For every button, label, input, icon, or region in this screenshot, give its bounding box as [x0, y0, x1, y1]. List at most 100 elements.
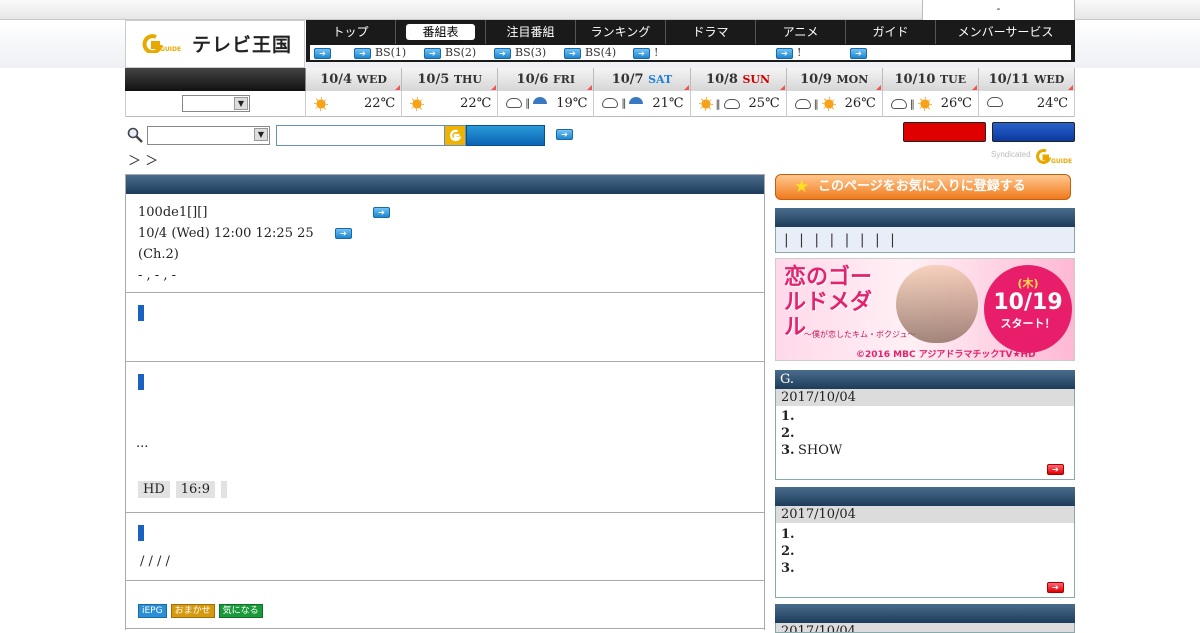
subnav-link-label: BS(3)	[515, 46, 547, 59]
search-category-select[interactable]: ▼	[147, 126, 270, 145]
search-button[interactable]	[466, 125, 545, 146]
channel-list[interactable]: | | | | | | | |	[775, 227, 1075, 253]
nav-item-6[interactable]: ガイド	[846, 20, 936, 44]
nav-item-label: ガイド	[872, 25, 909, 39]
weather-cell-6: ‖ 26℃	[883, 91, 979, 117]
syndicated-guide-logo-icon: GUIDE	[1036, 149, 1072, 165]
ranking2-date: 2017/10/04	[776, 506, 1074, 523]
subnav-link-label: !	[797, 46, 802, 59]
ranking3-date: 2017/10/04	[776, 623, 1074, 632]
nav-item-1[interactable]: 番組表	[396, 20, 486, 44]
g-guide-logo-icon: GUIDE	[142, 34, 181, 53]
nav-item-0[interactable]: トップ	[306, 20, 396, 44]
weather-cell-3: ‖ 21℃	[594, 91, 691, 117]
ranking-item[interactable]: 1.	[776, 408, 1074, 425]
date-tab-2[interactable]: 10/6 FRI	[498, 68, 595, 91]
main-nav: トップ 番組表 注目番組 ランキング ドラマ アニメ ガイド メンバーサービス	[306, 20, 1075, 44]
ranking2-more-arrow-icon[interactable]: ➔	[1047, 582, 1064, 593]
subnav-link-4[interactable]: ➔ BS(4)	[564, 46, 616, 59]
red-button[interactable]	[903, 122, 986, 142]
arrow-right-icon: ➔	[850, 47, 867, 59]
ranking1-more-arrow-icon[interactable]: ➔	[1047, 464, 1064, 475]
subnav-link-6[interactable]: ➔!	[776, 46, 801, 59]
subnav-link-label: BS(1)	[375, 46, 407, 59]
program-tags: HD 16:9	[138, 481, 233, 498]
badge-start: スタート！	[1000, 317, 1056, 330]
top-bar-login[interactable]: -	[922, 0, 1075, 20]
program-summary	[126, 293, 764, 362]
banner-date-badge: (木) 10/19 スタート！	[984, 265, 1072, 353]
ranking-item[interactable]: 3. SHOW	[776, 442, 1074, 459]
iepg-button[interactable]: iEPG	[138, 604, 167, 618]
nav-item-5[interactable]: アニメ	[756, 20, 846, 44]
search-go-arrow-icon[interactable]: ➔	[556, 129, 573, 140]
ranking-number: 1.	[781, 409, 795, 424]
nav-item-4[interactable]: ドラマ	[666, 20, 756, 44]
ranking1-header: G.	[775, 370, 1075, 389]
sun-icon	[410, 97, 425, 111]
ranking-item[interactable]: 3.	[776, 560, 1074, 577]
date-tab-1[interactable]: 10/5 THU	[402, 68, 499, 91]
subnav-link-0[interactable]: ➔	[314, 46, 335, 59]
weather-temp: 21℃	[652, 96, 684, 111]
ranking-item[interactable]: 2.	[776, 425, 1074, 442]
weather-row: ▼ 22℃ 22℃ ‖ 19℃ ‖ 21℃ ‖ 25℃ ‖ 26℃ ‖ 26℃ 24℃	[125, 91, 1075, 117]
subnav-link-5[interactable]: ➔!	[633, 46, 658, 59]
title-link-arrow-icon[interactable]: ➔	[373, 207, 390, 218]
umbrella-icon	[533, 97, 548, 109]
cloud-icon	[723, 99, 740, 109]
nav-item-2[interactable]: 注目番組	[486, 20, 576, 44]
nav-item-label: 番組表	[406, 24, 475, 40]
weekday-label: THU	[453, 73, 482, 86]
weekday-label: WED	[356, 73, 387, 86]
search-input[interactable]	[276, 125, 446, 146]
subnav-link-label: !	[654, 46, 659, 59]
kininaru-button[interactable]: 気になる	[218, 604, 263, 618]
subnav-link-7[interactable]: ➔	[850, 46, 871, 59]
weather-cell-2: ‖ 19℃	[498, 91, 595, 117]
nav-item-3[interactable]: ランキング	[576, 20, 666, 44]
weather-separator: ‖	[621, 97, 627, 109]
date-tab-3[interactable]: 10/7 SAT	[594, 68, 691, 91]
program-info: 100de1[][] ➔ 10/4 (Wed) 12:00 12:25 25 ➔ (…	[126, 194, 764, 293]
arrow-right-icon: ➔	[424, 47, 441, 59]
arrow-right-icon: ➔	[564, 47, 581, 59]
region-select[interactable]: ▼	[182, 95, 250, 112]
weather-cell-7: 24℃	[979, 91, 1075, 117]
ranking-item[interactable]: 1.	[776, 526, 1074, 543]
syndicated-g-text: GUIDE	[1051, 158, 1072, 165]
ranking-number: 2.	[781, 426, 795, 441]
blue-button[interactable]	[992, 122, 1075, 142]
time-link-arrow-icon[interactable]: ➔	[335, 228, 352, 239]
subnav-link-3[interactable]: ➔ BS(3)	[494, 46, 546, 59]
weekday-label: FRI	[552, 73, 576, 86]
date-tab-6[interactable]: 10/10 TUE	[882, 68, 979, 91]
date-tab-5[interactable]: 10/9 MON	[786, 68, 883, 91]
date-tab-7[interactable]: 10/11 WED	[978, 68, 1075, 91]
ranking-item[interactable]: 2.	[776, 543, 1074, 560]
ranking1-list: 1. 2. 3. SHOW	[776, 406, 1074, 459]
drama-banner[interactable]: 恋のゴールドメダル 〜僕が恋したキム・ボクジュ〜 (木) 10/19 スタート！…	[775, 258, 1075, 361]
subnav-link-1[interactable]: ➔ BS(1)	[354, 46, 406, 59]
program-genre: - , - , -	[138, 268, 176, 283]
chevron-down-icon: ▼	[234, 97, 248, 110]
weather-cell-0: 22℃	[306, 91, 403, 117]
cloud-icon	[986, 97, 1003, 107]
site-name: テレビ王国	[192, 34, 293, 56]
program-cast: / / / /	[126, 513, 764, 581]
subnav-link-2[interactable]: ➔ BS(2)	[424, 46, 476, 59]
date-tab-4[interactable]: 10/8 SUN	[690, 68, 787, 91]
arrow-right-icon: ➔	[314, 47, 331, 59]
program-header-bar	[126, 175, 764, 194]
date-tab-0[interactable]: 10/4 WED	[306, 68, 403, 91]
banner-footer: ©2016 MBC アジアドラマチックTV★HD	[856, 350, 1036, 360]
add-favorite-button[interactable]: このページをお気に入りに登録する	[775, 174, 1071, 200]
weather-temp: 24℃	[1036, 96, 1068, 111]
omakase-button[interactable]: おまかせ	[170, 604, 215, 618]
nav-item-7[interactable]: メンバーサービス	[936, 20, 1075, 44]
weekday-label: SUN	[742, 73, 771, 86]
date-row-blank	[125, 68, 306, 91]
cloud-icon	[506, 98, 523, 108]
nav-item-label: ランキング	[590, 25, 651, 39]
banner-photo	[896, 265, 978, 343]
